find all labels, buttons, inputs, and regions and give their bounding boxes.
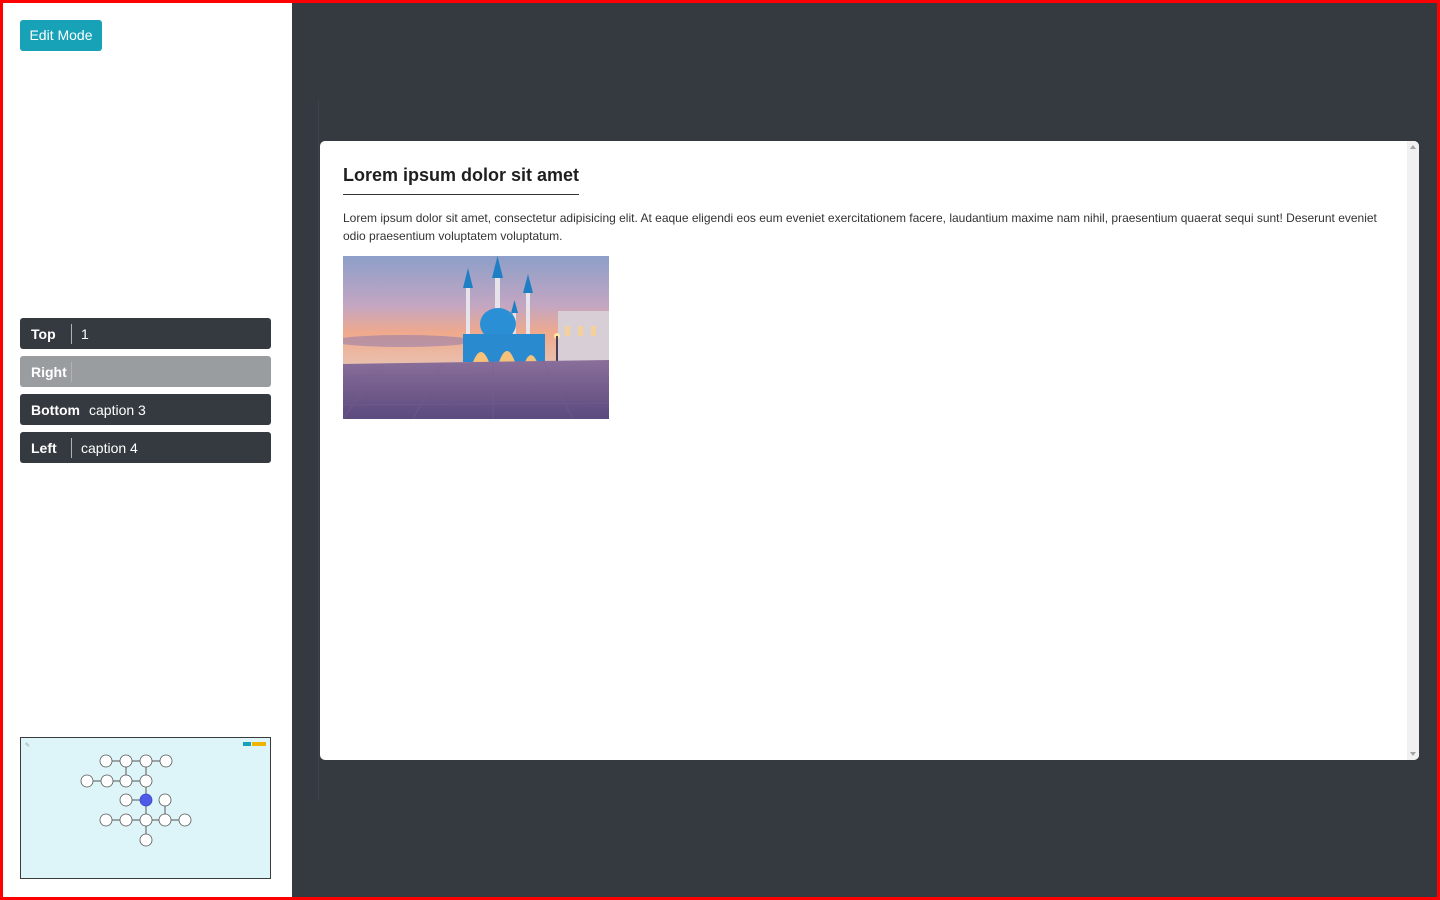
minimap-logo: ✎ (25, 742, 30, 749)
caption-input-bottom[interactable] (80, 394, 279, 425)
canvas-guide-line (318, 100, 319, 800)
minimap-graph: ✎ (25, 742, 266, 847)
minimap-mini-button (252, 742, 266, 746)
caption-label-right: Right (31, 363, 67, 380)
mosque-image (343, 256, 609, 419)
caption-row-left: Left (20, 432, 271, 463)
caption-row-bottom: Bottom (20, 394, 279, 425)
caption-label-left: Left (31, 439, 57, 456)
card-text: Lorem ipsum dolor sit amet, consectetur … (343, 211, 1377, 243)
sidebar: Edit Mode Top Right Bottom Left ✎ (0, 0, 292, 900)
content-card[interactable]: Lorem ipsum dolor sit amet Lorem ipsum d… (320, 141, 1419, 760)
vertical-scrollbar[interactable] (1407, 141, 1419, 760)
minimap[interactable]: ✎ (20, 737, 271, 879)
minimap-active-node (139, 793, 153, 807)
scroll-up-arrow-icon[interactable] (1410, 145, 1416, 149)
edit-mode-button[interactable]: Edit Mode (20, 20, 102, 51)
minimap-mini-button (243, 742, 251, 746)
caption-row-top: Top (20, 318, 271, 349)
caption-label-bottom: Bottom (31, 401, 80, 418)
card-title: Lorem ipsum dolor sit amet (343, 165, 580, 195)
caption-label-top: Top (31, 325, 56, 342)
caption-row-right: Right (20, 356, 271, 387)
caption-input-right (72, 356, 271, 387)
scroll-down-arrow-icon[interactable] (1410, 752, 1416, 756)
card-body: Lorem ipsum dolor sit amet Lorem ipsum d… (343, 165, 1383, 419)
caption-input-top[interactable] (72, 318, 271, 349)
caption-input-left[interactable] (72, 432, 271, 463)
